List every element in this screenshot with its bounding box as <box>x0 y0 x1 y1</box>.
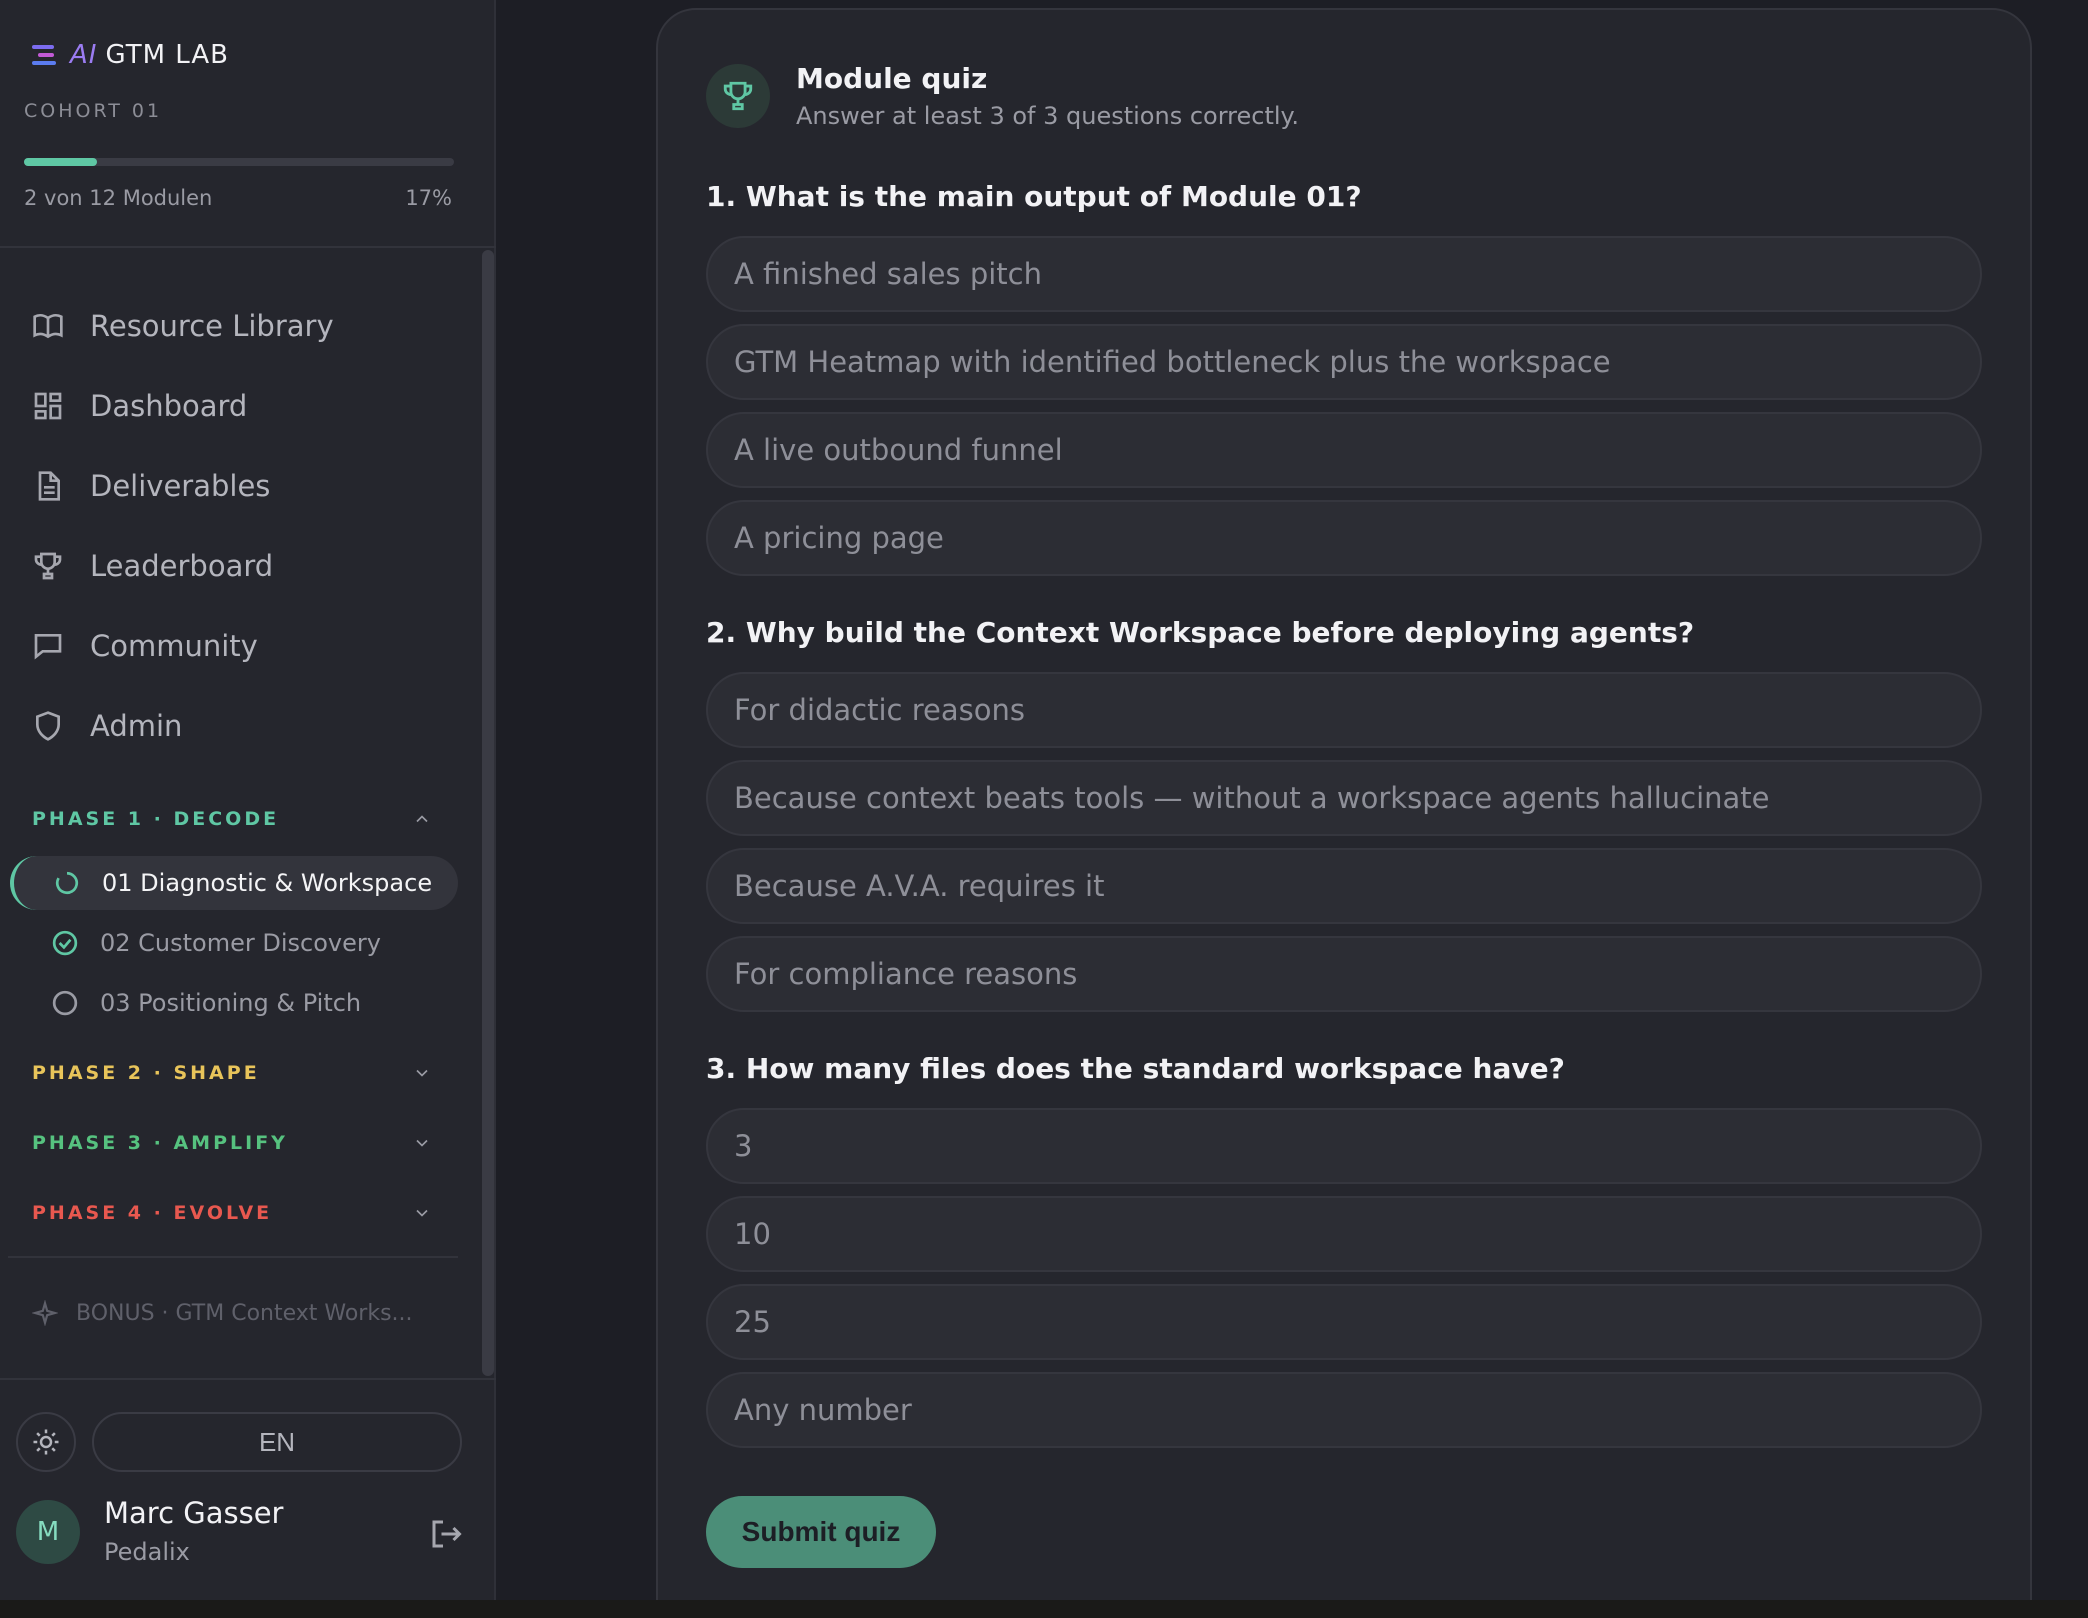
answer-option[interactable]: A pricing page <box>706 500 1982 576</box>
book-icon <box>33 313 63 339</box>
nav-item-admin[interactable]: Admin <box>0 686 480 766</box>
quiz-subtitle: Answer at least 3 of 3 questions correct… <box>796 102 1299 130</box>
phase-2-toggle[interactable]: PHASE 2 · SHAPE <box>32 1062 432 1084</box>
quiz-card: Module quiz Answer at least 3 of 3 quest… <box>656 8 2032 1618</box>
phase-label: PHASE 3 · AMPLIFY <box>32 1132 288 1154</box>
divider <box>0 246 496 248</box>
progress-percent: 17% <box>405 186 452 210</box>
progress-bar <box>24 158 454 166</box>
avatar: M <box>16 1500 80 1564</box>
sparkle-icon <box>32 1300 58 1326</box>
nav-item-community[interactable]: Community <box>0 606 480 686</box>
phase-label: PHASE 2 · SHAPE <box>32 1062 260 1084</box>
question-2: 2. Why build the Context Workspace befor… <box>706 616 1695 649</box>
answer-option[interactable]: 3 <box>706 1108 1982 1184</box>
module-label: 01 Diagnostic & Workspace <box>102 869 433 897</box>
grid-icon <box>34 392 62 420</box>
bonus-label: BONUS · GTM Context Works... <box>76 1300 413 1326</box>
nav-label: Resource Library <box>90 309 334 343</box>
theme-toggle-button[interactable] <box>16 1412 76 1472</box>
nav-item-resource-library[interactable]: Resource Library <box>0 286 480 366</box>
module-item-02[interactable]: 02 Customer Discovery <box>10 916 458 970</box>
chevron-down-icon <box>416 1069 428 1077</box>
answer-option[interactable]: Because A.V.A. requires it <box>706 848 1982 924</box>
phase-4-toggle[interactable]: PHASE 4 · EVOLVE <box>32 1202 432 1224</box>
divider <box>0 1378 496 1380</box>
phase-label: PHASE 1 · DECODE <box>32 808 280 830</box>
shield-icon <box>36 711 60 741</box>
nav-label: Deliverables <box>90 469 271 503</box>
answer-option[interactable]: A live outbound funnel <box>706 412 1982 488</box>
phase-3-toggle[interactable]: PHASE 3 · AMPLIFY <box>32 1132 432 1154</box>
question-1: 1. What is the main output of Module 01? <box>706 180 1362 213</box>
brand-logo[interactable]: AI GTM LAB <box>32 40 229 70</box>
nav-item-deliverables[interactable]: Deliverables <box>0 446 480 526</box>
phase-1-toggle[interactable]: PHASE 1 · DECODE <box>32 808 432 830</box>
nav-item-dashboard[interactable]: Dashboard <box>0 366 480 446</box>
phase-label: PHASE 4 · EVOLVE <box>32 1202 273 1224</box>
submit-quiz-button[interactable]: Submit quiz <box>706 1496 936 1568</box>
quiz-title: Module quiz <box>796 62 988 95</box>
in-progress-icon <box>55 871 79 895</box>
check-circle-icon <box>52 930 78 956</box>
nav-label: Community <box>90 629 258 663</box>
chevron-down-icon <box>416 1139 428 1147</box>
quiz-badge <box>706 64 770 128</box>
answer-option[interactable]: Any number <box>706 1372 1982 1448</box>
answer-option[interactable]: For didactic reasons <box>706 672 1982 748</box>
progress-label: 2 von 12 Modulen <box>24 186 213 210</box>
question-3: 3. How many files does the standard work… <box>706 1052 1565 1085</box>
answer-option[interactable]: Because context beats tools — without a … <box>706 760 1982 836</box>
cohort-label: COHORT 01 <box>24 100 163 122</box>
bonus-item[interactable]: BONUS · GTM Context Works... <box>32 1300 413 1326</box>
module-label: 03 Positioning & Pitch <box>100 989 362 1017</box>
progress-fill <box>24 158 98 166</box>
sun-icon <box>33 1429 59 1455</box>
user-org: Pedalix <box>104 1538 190 1566</box>
module-item-03[interactable]: 03 Positioning & Pitch <box>10 976 458 1030</box>
chat-icon <box>34 634 62 660</box>
logout-icon <box>432 1520 462 1548</box>
answer-option[interactable]: 10 <box>706 1196 1982 1272</box>
answer-option[interactable]: For compliance reasons <box>706 936 1982 1012</box>
module-label: 02 Customer Discovery <box>100 929 381 957</box>
main-nav: Resource Library Dashboard Deliverables … <box>0 286 480 766</box>
brand-name: AI GTM LAB <box>70 40 229 70</box>
answer-option[interactable]: 25 <box>706 1284 1982 1360</box>
divider <box>8 1256 458 1258</box>
module-item-01[interactable]: 01 Diagnostic & Workspace <box>10 856 458 910</box>
sidebar-scrollbar[interactable] <box>482 250 494 1376</box>
sidebar: AI GTM LAB COHORT 01 2 von 12 Modulen 17%… <box>0 0 496 1600</box>
circle-icon <box>52 990 78 1016</box>
answer-option[interactable]: A finished sales pitch <box>706 236 1982 312</box>
user-name: Marc Gasser <box>104 1496 284 1530</box>
chevron-down-icon <box>416 1209 428 1217</box>
nav-label: Admin <box>90 709 183 743</box>
bottom-bar <box>0 1600 2088 1618</box>
trophy-icon <box>34 552 62 580</box>
logout-button[interactable] <box>428 1516 464 1552</box>
trophy-icon <box>723 81 753 111</box>
menu-lines-icon <box>32 43 60 67</box>
document-icon <box>38 471 60 501</box>
language-button[interactable]: EN <box>92 1412 462 1472</box>
nav-label: Leaderboard <box>90 549 274 583</box>
nav-label: Dashboard <box>90 389 248 423</box>
nav-item-leaderboard[interactable]: Leaderboard <box>0 526 480 606</box>
answer-option[interactable]: GTM Heatmap with identified bottleneck p… <box>706 324 1982 400</box>
chevron-up-icon <box>416 815 428 823</box>
